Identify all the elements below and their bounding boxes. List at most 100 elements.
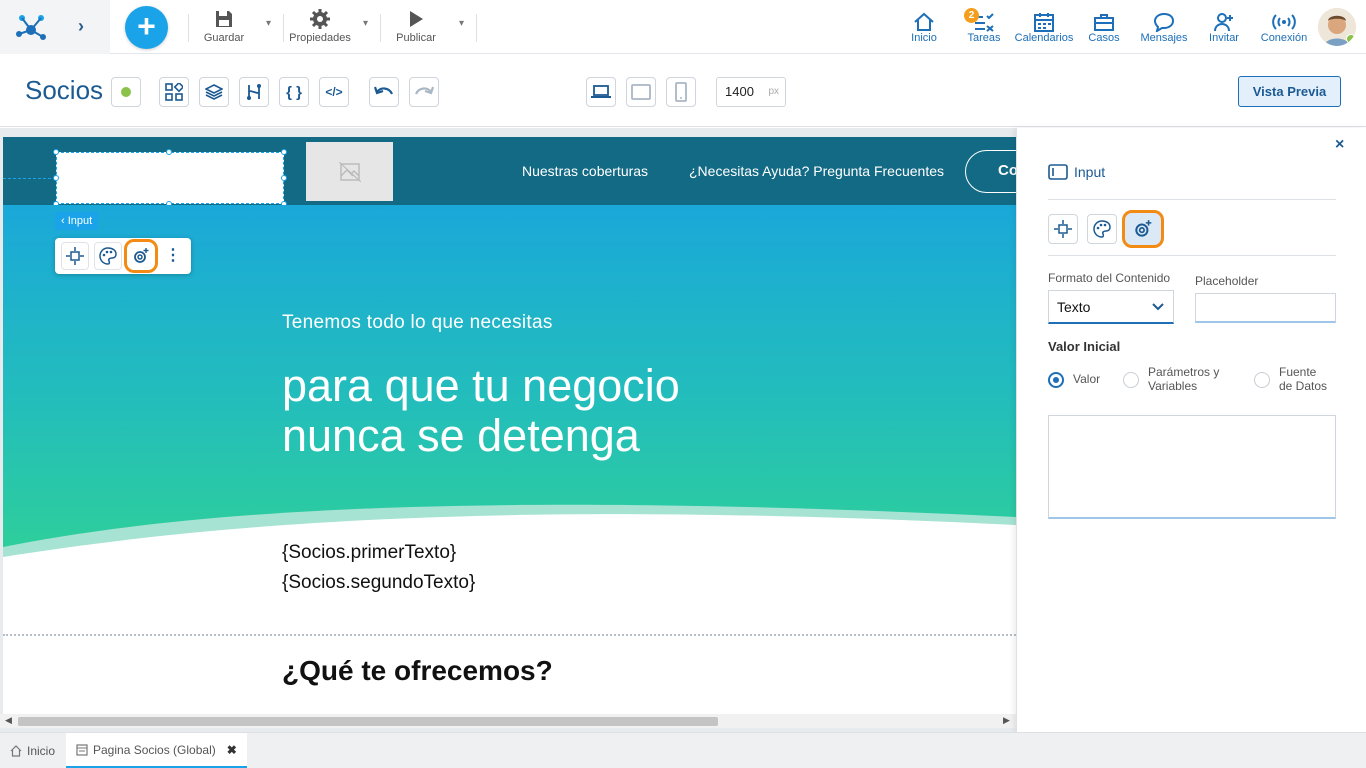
divider — [476, 14, 477, 42]
site-nav-coberturas[interactable]: Nuestras coberturas — [522, 163, 648, 179]
logo-area: › — [0, 0, 110, 54]
section-divider — [3, 634, 1016, 636]
selected-input-element[interactable] — [56, 152, 284, 204]
undo-button[interactable] — [369, 77, 399, 107]
preview-button[interactable]: Vista Previa — [1238, 76, 1341, 107]
nav-inicio[interactable]: Inicio — [904, 8, 944, 44]
tab-pagina-socios[interactable]: Pagina Socios (Global) ✖ — [66, 733, 247, 768]
app-logo-icon[interactable] — [14, 10, 48, 44]
home-icon — [904, 8, 944, 32]
redo-button[interactable] — [409, 77, 439, 107]
float-layout-button[interactable] — [61, 242, 89, 270]
resize-handle[interactable] — [281, 175, 287, 181]
panel-title-label: Input — [1074, 164, 1106, 180]
horizontal-scrollbar[interactable]: ◀ ▶ — [0, 714, 1016, 728]
panel-layout-tab[interactable] — [1048, 214, 1078, 244]
palette-icon — [99, 247, 117, 265]
panel-divider — [1048, 199, 1336, 200]
variable-text-1: {Socios.primerTexto} — [282, 542, 457, 563]
nav-mensajes[interactable]: Mensajes — [1138, 8, 1190, 44]
nav-invitar[interactable]: Invitar — [1204, 8, 1244, 44]
laptop-icon — [591, 85, 611, 98]
desktop-view-button[interactable] — [586, 77, 616, 107]
placeholder-input[interactable] — [1195, 293, 1336, 323]
save-icon — [200, 6, 248, 32]
divider — [283, 14, 284, 42]
radio-fuente[interactable] — [1254, 372, 1270, 388]
tab-inicio[interactable]: Inicio — [10, 733, 55, 768]
panel-title: Input — [1048, 164, 1105, 180]
undo-icon — [374, 86, 394, 95]
radio-parametros[interactable] — [1123, 372, 1139, 388]
close-tab-icon[interactable]: ✖ — [227, 743, 237, 757]
components-button[interactable] — [159, 77, 189, 107]
panel-settings-tab[interactable] — [1122, 210, 1164, 248]
variable-text-2: {Socios.segundoTexto} — [282, 572, 476, 593]
expand-menu-chevron-icon[interactable]: › — [78, 16, 84, 37]
close-panel-icon[interactable]: × — [1335, 136, 1344, 154]
move-arrows-icon — [1054, 220, 1072, 238]
save-button[interactable]: Guardar — [200, 6, 248, 48]
nav-invitar-label: Invitar — [1209, 32, 1239, 44]
selected-element-tag-label: Input — [67, 215, 93, 227]
code-button[interactable]: </> — [319, 77, 349, 107]
panel-style-tab[interactable] — [1087, 214, 1117, 244]
tablet-view-button[interactable] — [626, 77, 656, 107]
resize-handle[interactable] — [53, 149, 59, 155]
save-dropdown-icon[interactable]: ▾ — [266, 18, 271, 29]
resize-handle[interactable] — [53, 175, 59, 181]
nav-calendarios[interactable]: Calendarios — [1014, 8, 1074, 44]
more-vertical-icon: ⋮ — [165, 247, 181, 264]
nav-calendarios-label: Calendarios — [1014, 32, 1074, 44]
resize-handle[interactable] — [166, 149, 172, 155]
radio-valor[interactable] — [1048, 372, 1064, 388]
scroll-left-arrow-icon[interactable]: ◀ — [5, 715, 12, 726]
json-button[interactable]: { } — [279, 77, 309, 107]
mobile-view-button[interactable] — [666, 77, 696, 107]
gear-sparkle-icon — [134, 248, 149, 263]
selected-element-tag[interactable]: ‹ Input — [55, 212, 99, 230]
nav-casos[interactable]: Casos — [1086, 8, 1122, 44]
radio-valor-label[interactable]: Valor — [1073, 372, 1100, 386]
briefcase-icon — [1086, 8, 1122, 32]
resize-handle[interactable] — [281, 149, 287, 155]
site-nav-ayuda[interactable]: ¿Necesitas Ayuda? Pregunta Frecuentes — [689, 163, 944, 179]
float-more-button[interactable]: ⋮ — [159, 242, 187, 270]
design-canvas: Nuestras coberturas ¿Necesitas Ayuda? Pr… — [0, 128, 1016, 732]
radio-parametros-label[interactable]: Parámetros y Variables — [1148, 365, 1219, 393]
add-button[interactable]: + — [125, 6, 168, 49]
scroll-right-arrow-icon[interactable]: ▶ — [1003, 715, 1010, 726]
format-select[interactable]: Texto — [1048, 290, 1174, 324]
properties-button[interactable]: Propiedades — [287, 6, 353, 48]
canvas-width-value: 1400 — [725, 84, 754, 99]
logo-image-placeholder[interactable] — [306, 142, 393, 201]
nav-conexion[interactable]: Conexión — [1258, 8, 1310, 44]
layers-button[interactable] — [199, 77, 229, 107]
nav-tareas-label: Tareas — [967, 32, 1001, 44]
placeholder-label: Placeholder — [1195, 274, 1259, 288]
editor-toolbar: Socios { } </> 1400 px Vista Previa — [0, 55, 1366, 127]
data-button[interactable] — [239, 77, 269, 107]
divider — [380, 14, 381, 42]
top-bar: › + Guardar ▾ Propiedades ▾ Publicar ▾ I… — [0, 0, 1366, 54]
site-nav-cta-button[interactable]: Co — [965, 150, 1016, 193]
float-style-button[interactable] — [94, 242, 122, 270]
scrollbar-thumb[interactable] — [18, 717, 718, 726]
radio-fuente-label[interactable]: Fuente de Datos — [1279, 365, 1327, 393]
page-status-button[interactable] — [111, 77, 141, 107]
canvas-width-input[interactable]: 1400 px — [716, 77, 786, 107]
move-arrows-icon — [66, 247, 84, 265]
publish-dropdown-icon[interactable]: ▾ — [459, 18, 464, 29]
tablet-icon — [631, 84, 651, 100]
tab-inicio-label: Inicio — [27, 744, 56, 758]
radio-parametros-line-2: Variables — [1148, 379, 1198, 393]
phone-icon — [675, 82, 687, 102]
float-settings-button[interactable] — [124, 239, 158, 273]
format-select-value: Texto — [1057, 299, 1091, 315]
bottom-tab-bar: Inicio Pagina Socios (Global) ✖ — [0, 732, 1366, 768]
properties-label: Propiedades — [289, 32, 351, 44]
user-avatar[interactable] — [1318, 8, 1356, 46]
publish-button[interactable]: Publicar — [392, 6, 440, 48]
properties-dropdown-icon[interactable]: ▾ — [363, 18, 368, 29]
initial-value-textarea[interactable] — [1048, 415, 1336, 519]
